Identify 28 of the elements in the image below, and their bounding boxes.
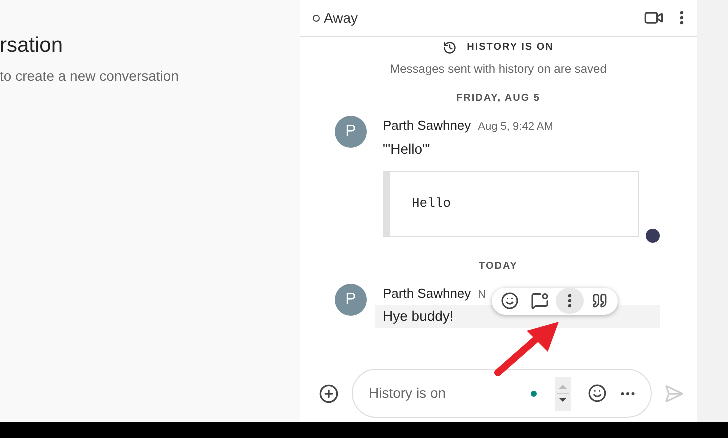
chat-bubble-icon <box>531 292 549 310</box>
scroll-arrows-icon[interactable] <box>555 376 571 410</box>
message-time: Aug 5, 9:42 AM <box>478 120 554 135</box>
date-divider: FRIDAY, AUG 5 <box>456 92 542 106</box>
date-divider: TODAY <box>478 260 519 274</box>
status-icon <box>313 14 320 22</box>
avatar: P <box>335 116 367 148</box>
history-note: Messages sent with history on are saved <box>389 61 608 78</box>
message-input[interactable]: History is on <box>369 383 531 404</box>
page-title: rsation <box>0 33 64 59</box>
more-vertical-icon <box>568 294 572 308</box>
sender-name: Parth Sawhney <box>383 284 472 303</box>
more-action-button[interactable] <box>556 288 584 314</box>
history-label: HISTORY IS ON <box>467 41 554 55</box>
code-block: Hello <box>383 170 639 236</box>
pointer-arrow <box>493 322 559 378</box>
more-vertical-icon[interactable] <box>680 11 684 25</box>
emoji-icon[interactable] <box>588 384 607 403</box>
message-time: N <box>478 288 486 302</box>
quote-icon <box>592 293 608 309</box>
status-label: Away <box>324 8 358 28</box>
avatar: P <box>335 284 367 316</box>
page-subtitle: to create a new conversation <box>0 67 180 86</box>
sender-name: Parth Sawhney <box>383 117 472 135</box>
add-icon[interactable] <box>319 384 339 404</box>
smiley-icon <box>501 292 519 310</box>
message-text: "'Hello'" <box>382 140 432 158</box>
history-icon <box>443 40 458 54</box>
